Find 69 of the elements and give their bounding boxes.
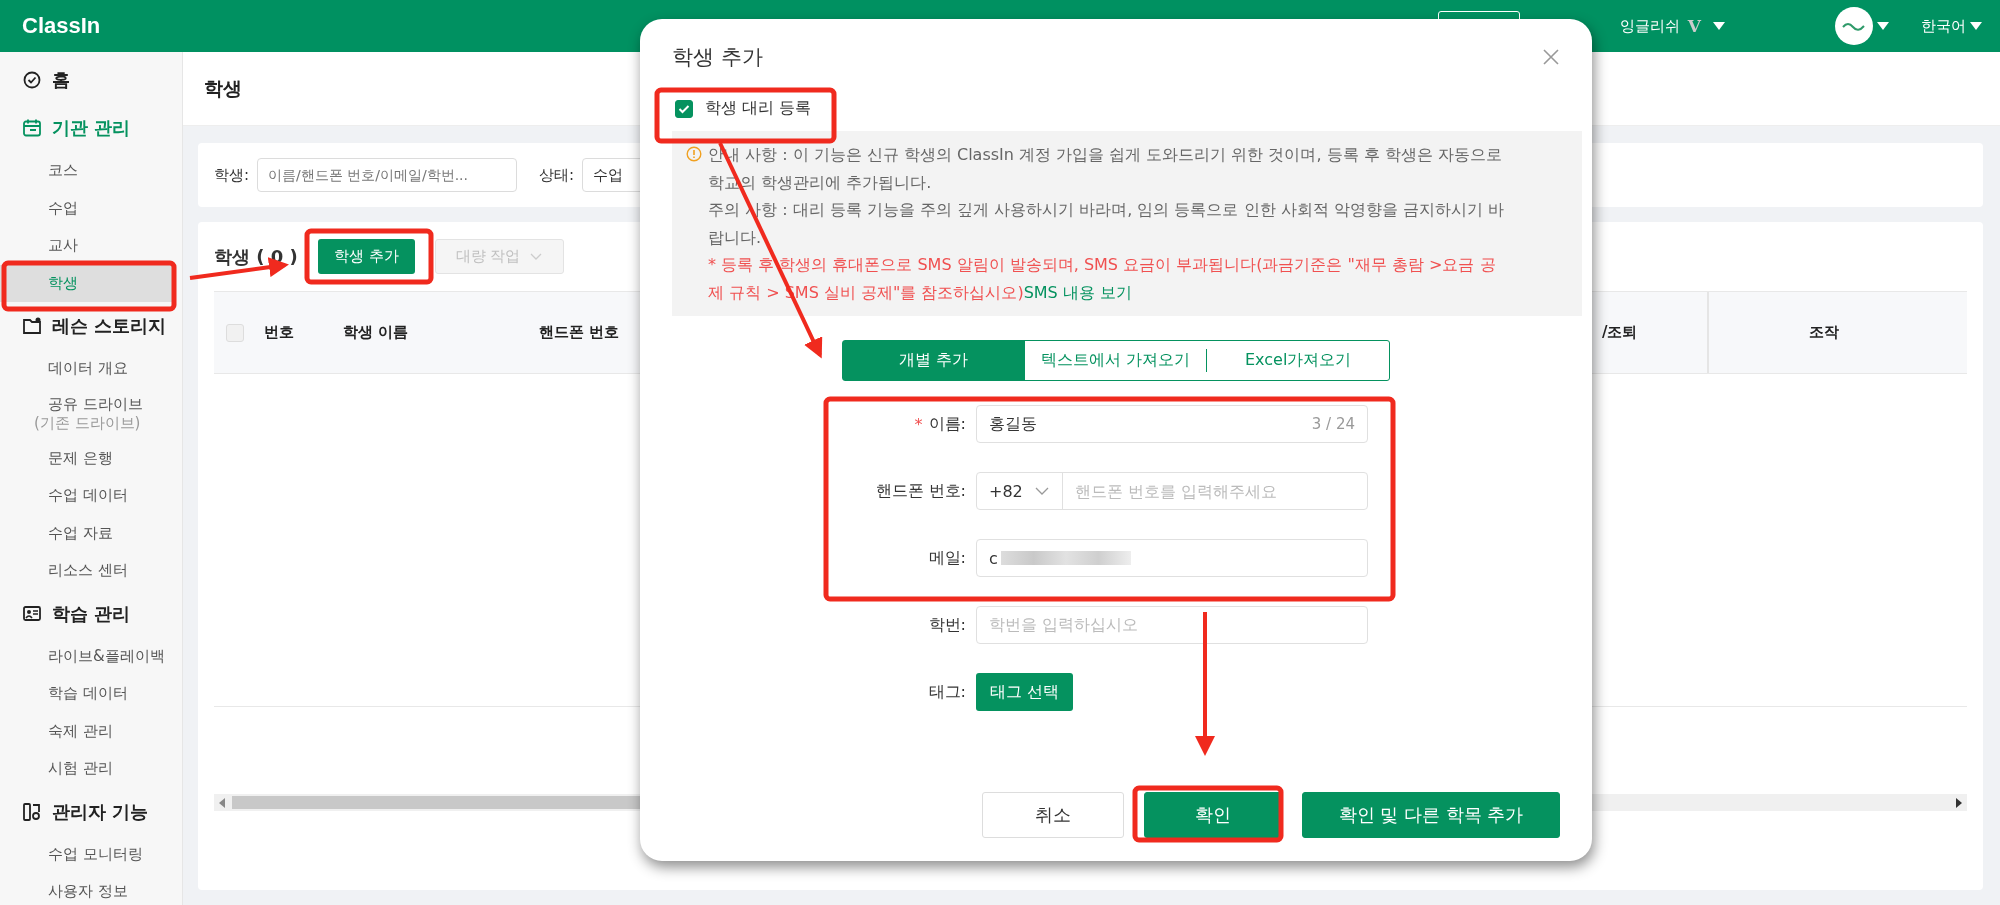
- confirm-button[interactable]: 확인 및 다른 학목 추가: [1302, 792, 1560, 838]
- checkbox-label[interactable]: 학생 대리 등록: [705, 98, 812, 119]
- calendar-icon: [22, 118, 42, 138]
- field-label: 학번:: [928, 614, 966, 636]
- sidebar-item[interactable]: 사용자 정보: [0, 873, 172, 905]
- close-icon[interactable]: [1542, 48, 1560, 66]
- caret-icon[interactable]: [1970, 22, 1982, 30]
- sidebar-item[interactable]: 리소스 센터: [0, 552, 172, 590]
- text-input[interactable]: 홍길동: [977, 406, 1312, 442]
- sidebar-item[interactable]: 수업 모니터링: [0, 835, 172, 873]
- cancel-button[interactable]: 취소: [982, 792, 1124, 838]
- field-label: 이름:: [928, 413, 966, 435]
- country-code-select[interactable]: +82: [977, 473, 1063, 509]
- sidebar-item[interactable]: 수업 자료: [0, 514, 172, 552]
- sidebar-item[interactable]: 수업: [0, 189, 172, 227]
- phone-field[interactable]: +82 핸드폰 번호를 입력해주세요: [976, 472, 1368, 510]
- field-label: 메일:: [928, 547, 966, 569]
- sidebar-section[interactable]: 레슨 스토리지: [0, 302, 182, 350]
- sidebar-item[interactable]: 코스: [0, 152, 172, 190]
- checkbox[interactable]: [675, 99, 693, 118]
- logo: ClassIn: [22, 13, 101, 39]
- confirm-button[interactable]: 확인: [1144, 792, 1282, 838]
- column-header: 학생 이름: [343, 323, 410, 342]
- field-label: 핸드폰 번호:: [875, 480, 966, 502]
- caret-icon[interactable]: [1877, 22, 1889, 30]
- dialog-title: 학생 추가: [672, 44, 763, 71]
- add-button[interactable]: 학생 추가: [317, 239, 415, 274]
- id-card-icon: [22, 603, 42, 624]
- org-name[interactable]: 잉글리쉬: [1619, 16, 1680, 36]
- sidebar-item[interactable]: 학습 데이터: [0, 675, 172, 713]
- left-arrow-icon[interactable]: [218, 797, 226, 808]
- column-header: 번호: [264, 323, 295, 342]
- column-header: 조작: [1808, 323, 1840, 342]
- char-counter: 3 / 24: [1311, 415, 1356, 433]
- page-title: 학생: [204, 75, 242, 101]
- sidebar-section[interactable]: 학습 관리: [0, 589, 182, 638]
- column-header: 핸드폰 번호: [539, 323, 621, 342]
- avatar-icon[interactable]: [1835, 7, 1873, 45]
- sidebar-item[interactable]: 시험 관리: [0, 750, 172, 788]
- caret-icon[interactable]: [1713, 22, 1725, 30]
- tag-select-button[interactable]: 태그 선택: [976, 673, 1074, 711]
- sidebar-item[interactable]: 교사: [0, 227, 172, 265]
- sidebar-item[interactable]: 라이브&플레이백: [0, 637, 172, 675]
- text-field[interactable]: 홍길동 3 / 24: [976, 405, 1368, 443]
- text-input[interactable]: 핸드폰 번호를 입력해주세요: [1063, 473, 1367, 509]
- tab[interactable]: 개별 추가: [843, 341, 1025, 380]
- filter-label: 학생:: [214, 165, 250, 185]
- column-header: /조퇴: [1602, 292, 1709, 373]
- sidebar-item[interactable]: 문제 은행: [0, 439, 172, 477]
- sidebar-item[interactable]: 공유 드라이브 (기존 드라이브): [0, 387, 172, 440]
- chevron-down-icon: [1034, 487, 1049, 495]
- email-field[interactable]: c: [976, 539, 1368, 577]
- org-logo: V: [1687, 16, 1701, 36]
- language-selector[interactable]: 한국어: [1921, 16, 1966, 36]
- warning-icon: [686, 146, 702, 162]
- sidebar-item[interactable]: 수업 데이터: [0, 477, 172, 515]
- search-field[interactable]: 이름/핸드폰 번호/이메일/학번...: [257, 158, 518, 192]
- sidebar-section[interactable]: 홈: [0, 56, 182, 104]
- sidebar-section[interactable]: 기관 관리: [0, 104, 182, 152]
- required-mark: *: [914, 414, 923, 434]
- sidebar-item[interactable]: 숙제 관리: [0, 712, 172, 750]
- field-label: 태그:: [928, 681, 966, 703]
- folder-icon: [22, 316, 42, 336]
- right-arrow-icon[interactable]: [1955, 797, 1963, 808]
- sidebar-item[interactable]: 데이터 개요: [0, 350, 172, 388]
- chevron-down-icon: [530, 252, 543, 261]
- sms-content-link[interactable]: SMS 내용 보기: [1023, 282, 1132, 302]
- filter-label: 상태:: [539, 165, 575, 185]
- sidebar-section[interactable]: 관리자 기능: [0, 787, 182, 836]
